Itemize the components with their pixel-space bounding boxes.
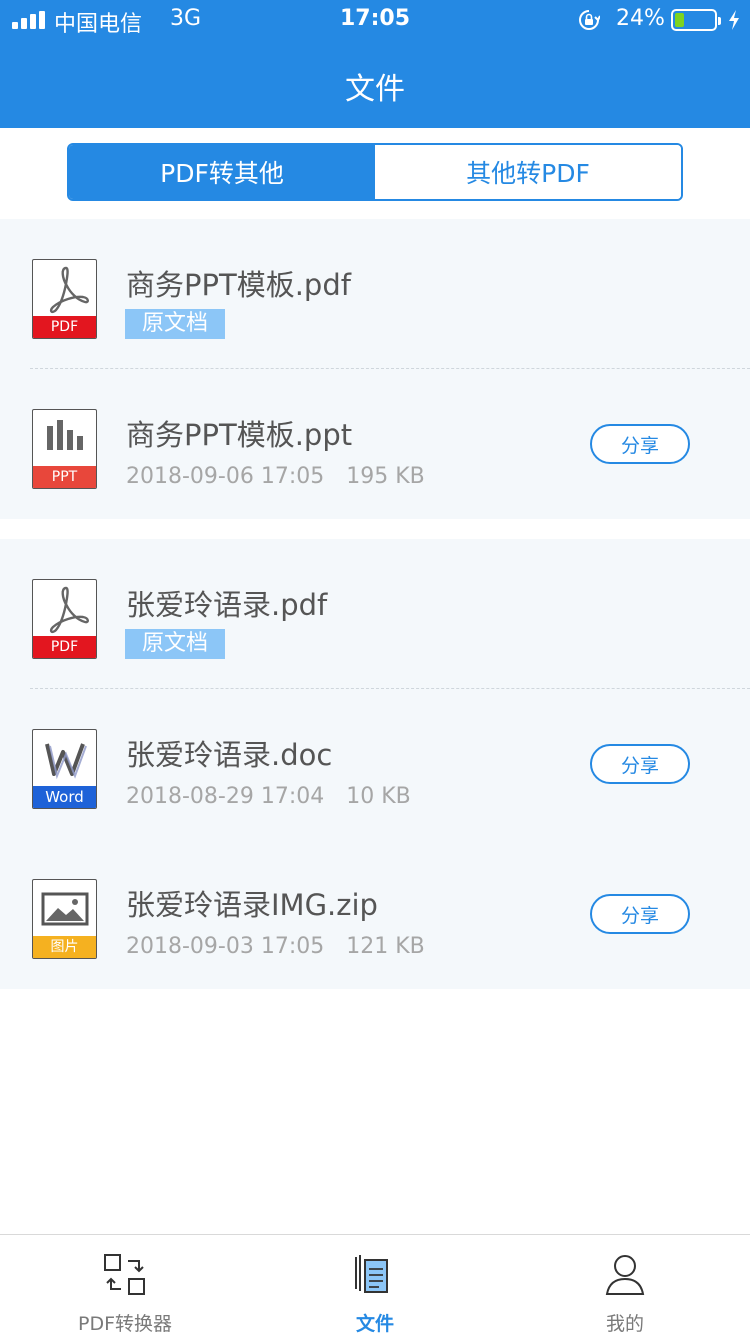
- tab-label: 我的: [605, 1313, 644, 1334]
- pdf-file-icon: PDF: [32, 259, 97, 339]
- original-doc-tag: 原文档: [125, 629, 225, 659]
- file-row[interactable]: Word 张爱玲语录.doc 2018-08-29 17:04 10 KB 分享: [0, 689, 750, 839]
- profile-icon: [605, 1255, 645, 1295]
- tab-profile[interactable]: 我的: [500, 1235, 750, 1334]
- tab-label: 文件: [355, 1313, 394, 1334]
- file-row[interactable]: PPT 商务PPT模板.ppt 2018-09-06 17:05 195 KB 分…: [0, 369, 750, 519]
- battery-percent: 24%: [616, 6, 665, 31]
- file-type-label: 图片: [33, 936, 96, 958]
- share-button[interactable]: 分享: [590, 744, 690, 784]
- convert-icon: [104, 1254, 145, 1295]
- file-type-label: Word: [33, 786, 96, 808]
- file-name: 张爱玲语录.doc: [126, 738, 333, 772]
- image-file-icon: 图片: [32, 879, 97, 959]
- file-date: 2018-09-03 17:05: [126, 934, 325, 959]
- original-doc-tag: 原文档: [125, 309, 225, 339]
- file-size: 121 KB: [346, 934, 425, 959]
- file-date: 2018-09-06 17:05: [126, 464, 325, 489]
- file-group-2: PDF 张爱玲语录.pdf 原文档 Word 张爱玲语录.doc 2018-08…: [0, 539, 750, 989]
- file-meta: 2018-09-03 17:05 121 KB: [126, 934, 425, 959]
- tab-label: PDF转换器: [77, 1313, 173, 1334]
- segment-pdf-to-other[interactable]: PDF转其他: [69, 145, 375, 199]
- file-group-1: PDF 商务PPT模板.pdf 原文档 PPT 商务PPT模板.ppt 2018…: [0, 219, 750, 519]
- file-size: 195 KB: [346, 464, 425, 489]
- file-type-label: PDF: [33, 636, 96, 658]
- file-date: 2018-08-29 17:04: [126, 784, 325, 809]
- segment-other-to-pdf[interactable]: 其他转PDF: [375, 145, 681, 199]
- file-type-label: PDF: [33, 316, 96, 338]
- tab-pdf-converter[interactable]: PDF转换器: [0, 1235, 250, 1334]
- files-icon: [355, 1255, 388, 1293]
- file-meta: 2018-09-06 17:05 195 KB: [126, 464, 425, 489]
- orientation-lock-icon: [579, 10, 600, 30]
- file-name: 商务PPT模板.ppt: [126, 418, 353, 452]
- pdf-file-icon: PDF: [32, 579, 97, 659]
- status-bar: 中国电信 3G 17:05 24%: [0, 0, 750, 40]
- conversion-segment: PDF转其他 其他转PDF: [67, 143, 683, 201]
- ppt-file-icon: PPT: [32, 409, 97, 489]
- page-title: 文件: [345, 72, 405, 107]
- word-file-icon: Word: [32, 729, 97, 809]
- file-row[interactable]: 图片 张爱玲语录IMG.zip 2018-09-03 17:05 121 KB 分…: [0, 839, 750, 989]
- file-meta: 2018-08-29 17:04 10 KB: [126, 784, 411, 809]
- battery-icon: [671, 9, 721, 31]
- charging-bolt-icon: [729, 10, 739, 30]
- file-name: 张爱玲语录IMG.zip: [126, 888, 378, 922]
- top-bar: 中国电信 3G 17:05 24% 文件: [0, 0, 750, 128]
- share-button[interactable]: 分享: [590, 894, 690, 934]
- file-size: 10 KB: [346, 784, 411, 809]
- share-button[interactable]: 分享: [590, 424, 690, 464]
- file-name: 张爱玲语录.pdf: [126, 588, 328, 622]
- file-name: 商务PPT模板.pdf: [126, 268, 351, 302]
- file-type-label: PPT: [33, 466, 96, 488]
- file-row[interactable]: PDF 张爱玲语录.pdf 原文档: [0, 539, 750, 689]
- tab-bar: PDF转换器 文件 我的: [0, 1234, 750, 1334]
- tab-files[interactable]: 文件: [250, 1235, 500, 1334]
- file-row[interactable]: PDF 商务PPT模板.pdf 原文档: [0, 219, 750, 369]
